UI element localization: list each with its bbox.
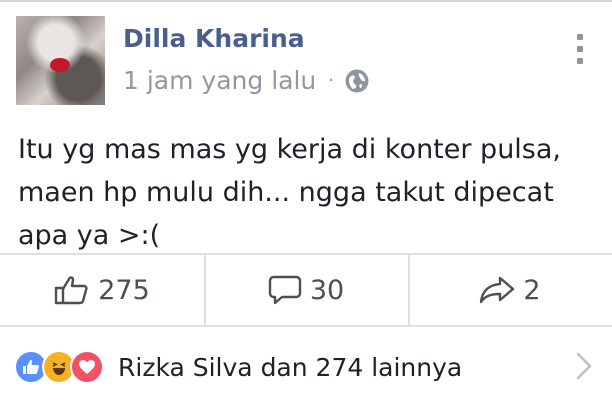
top-divider	[0, 0, 612, 2]
post-text-line: maen hp mulu dih... ngga takut dipecat	[18, 177, 554, 208]
author-name[interactable]: Dilla Kharina	[123, 24, 305, 53]
like-button[interactable]: 275	[0, 255, 204, 325]
comment-bubble-icon	[268, 275, 302, 305]
post-timestamp[interactable]: 1 jam yang lalu	[123, 66, 316, 95]
reactions-row[interactable]: Rizka Silva dan 274 lainnya	[14, 342, 604, 392]
share-arrow-icon	[480, 276, 515, 304]
like-count: 275	[98, 274, 150, 306]
post-text-line: apa ya >:(	[18, 220, 161, 251]
actions-bottom-divider	[0, 325, 612, 327]
avatar[interactable]	[16, 16, 105, 105]
vertical-dots-icon[interactable]	[574, 34, 586, 70]
meta-separator: ·	[328, 70, 334, 91]
post-text-line: Itu yg mas mas yg kerja di konter pulsa,	[18, 134, 562, 165]
avatar-bow-detail	[50, 58, 70, 72]
post-meta: 1 jam yang lalu ·	[123, 66, 370, 95]
reaction-icons	[14, 350, 104, 384]
share-count: 2	[523, 274, 541, 306]
reactions-summary: Rizka Silva dan 274 lainnya	[118, 352, 463, 382]
share-button[interactable]: 2	[408, 255, 612, 325]
post-body: Itu yg mas mas yg kerja di konter pulsa,…	[18, 128, 598, 257]
love-reaction-icon	[70, 350, 104, 384]
chevron-right-icon[interactable]	[572, 348, 596, 384]
thumbs-up-icon	[55, 276, 88, 305]
comment-count: 30	[309, 274, 345, 306]
action-bar: 275 30 2	[0, 255, 612, 325]
comment-button[interactable]: 30	[204, 255, 408, 325]
globe-icon	[345, 69, 369, 92]
